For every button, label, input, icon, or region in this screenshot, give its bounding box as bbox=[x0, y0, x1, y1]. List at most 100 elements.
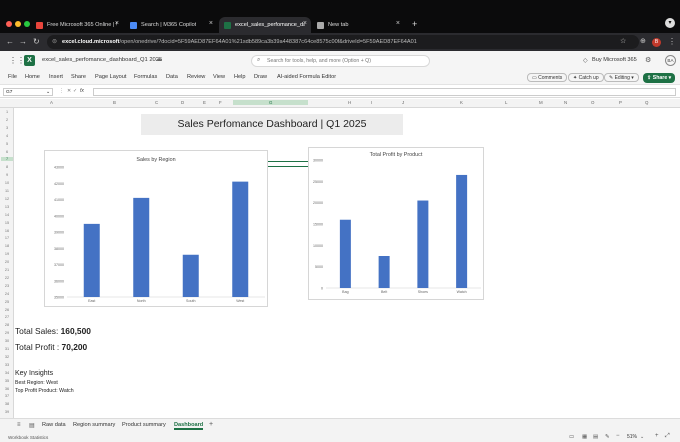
row-header-8[interactable]: 8 bbox=[1, 165, 13, 169]
row-header-37[interactable]: 37 bbox=[1, 394, 13, 398]
maximize-window-dot[interactable] bbox=[24, 21, 30, 27]
row-header-29[interactable]: 29 bbox=[1, 331, 13, 335]
column-header-L[interactable]: L bbox=[505, 100, 507, 105]
column-header-C[interactable]: C bbox=[155, 100, 158, 105]
row-header-27[interactable]: 27 bbox=[1, 315, 13, 319]
sheet-tab-dashboard[interactable]: Dashboard bbox=[174, 422, 204, 430]
add-sheet-button[interactable]: + bbox=[209, 421, 213, 428]
row-header-38[interactable]: 38 bbox=[1, 402, 13, 406]
bar-south[interactable] bbox=[182, 254, 199, 297]
row-header-13[interactable]: 13 bbox=[1, 205, 13, 209]
column-header-Q[interactable]: Q bbox=[645, 100, 648, 105]
workbook-statistics[interactable]: Workbook Statistics bbox=[8, 435, 48, 440]
browser-tab[interactable]: New tab × bbox=[312, 17, 404, 33]
site-info-icon[interactable]: ⊜ bbox=[52, 38, 57, 45]
row-header-22[interactable]: 22 bbox=[1, 276, 13, 280]
column-header-H[interactable]: H bbox=[348, 100, 351, 105]
row-header-32[interactable]: 32 bbox=[1, 355, 13, 359]
row-header-3[interactable]: 3 bbox=[1, 126, 13, 130]
file-name[interactable]: excel_sales_perfomance_dashboard_Q1 2025 bbox=[42, 57, 162, 63]
row-header-36[interactable]: 36 bbox=[1, 387, 13, 391]
bar-watch[interactable] bbox=[456, 174, 468, 288]
menu-home[interactable]: Home bbox=[25, 74, 40, 80]
share-button[interactable]: ⇪ Share ▾ bbox=[643, 73, 676, 83]
reload-icon[interactable]: ↻ bbox=[33, 37, 40, 46]
menu-view[interactable]: View bbox=[213, 74, 225, 80]
bookmark-star-icon[interactable]: ☆ bbox=[620, 37, 626, 46]
browser-menu-icon[interactable]: ⋮ bbox=[668, 37, 676, 46]
dashboard-title-box[interactable]: Sales Perfomance Dashboard | Q1 2025 bbox=[141, 114, 403, 135]
row-header-26[interactable]: 26 bbox=[1, 308, 13, 312]
column-header-K[interactable]: K bbox=[460, 100, 463, 105]
confirm-icon[interactable]: ✓ bbox=[73, 88, 77, 94]
settings-gear-icon[interactable]: ⚙ bbox=[645, 56, 651, 64]
extensions-icon[interactable]: ⊕ bbox=[640, 37, 646, 46]
menu-help[interactable]: Help bbox=[234, 74, 246, 80]
zoom-chevron-icon[interactable]: ⌄ bbox=[640, 434, 644, 440]
buy-microsoft-365-link[interactable]: Buy Microsoft 365 bbox=[592, 57, 637, 63]
menu-review[interactable]: Review bbox=[187, 74, 205, 80]
row-header-31[interactable]: 31 bbox=[1, 347, 13, 351]
sheet-tab-region-summary[interactable]: Region summary bbox=[73, 422, 115, 428]
back-icon[interactable]: ← bbox=[6, 37, 14, 46]
row-header-1[interactable]: 1 bbox=[1, 110, 13, 114]
row-header-18[interactable]: 18 bbox=[1, 244, 13, 248]
menu-formulas[interactable]: Formulas bbox=[134, 74, 157, 80]
row-header-10[interactable]: 10 bbox=[1, 181, 13, 185]
fx-icon[interactable]: fx bbox=[80, 88, 84, 94]
column-header-D[interactable]: D bbox=[181, 100, 184, 105]
minimize-window-dot[interactable] bbox=[15, 21, 21, 27]
close-tab-icon[interactable]: × bbox=[115, 20, 119, 27]
total-profit-by-product-chart[interactable]: Total Profit by Product 0 5000 10000 15000 2… bbox=[308, 147, 484, 300]
row-header-2[interactable]: 2 bbox=[1, 118, 13, 122]
autosave-icon[interactable]: ☁ bbox=[156, 56, 162, 63]
zoom-level[interactable]: 51% bbox=[627, 434, 637, 440]
menu-file[interactable]: File bbox=[8, 74, 17, 80]
url-field[interactable]: excel.cloud.microsoft/open/onedrive/?doc… bbox=[47, 35, 639, 49]
fullscreen-icon[interactable]: ⤢ bbox=[665, 433, 670, 440]
column-header-I[interactable]: I bbox=[371, 100, 372, 105]
bar-north[interactable] bbox=[133, 197, 150, 297]
menu-share[interactable]: Share bbox=[71, 74, 86, 80]
row-header-9[interactable]: 9 bbox=[1, 173, 13, 177]
sheet-list-icon[interactable]: ▤ bbox=[29, 422, 35, 429]
row-header-7[interactable]: 7 bbox=[1, 157, 13, 162]
column-header-B[interactable]: B bbox=[113, 100, 116, 105]
all-sheets-icon[interactable]: ≡ bbox=[17, 422, 21, 428]
zoom-in-button[interactable]: + bbox=[655, 433, 659, 439]
row-header-21[interactable]: 21 bbox=[1, 268, 13, 272]
column-header-A[interactable]: A bbox=[50, 100, 53, 105]
feedback-icon[interactable]: ✎ bbox=[605, 434, 610, 440]
excel-logo-icon[interactable]: X bbox=[24, 55, 35, 66]
row-header-23[interactable]: 23 bbox=[1, 284, 13, 288]
search-box[interactable]: ⌕ Search for tools, help, and more (Opti… bbox=[251, 55, 430, 67]
menu-draw[interactable]: Draw bbox=[254, 74, 267, 80]
row-header-16[interactable]: 16 bbox=[1, 229, 13, 233]
bar-west[interactable] bbox=[232, 181, 249, 297]
column-header-O[interactable]: O bbox=[591, 100, 594, 105]
row-header-12[interactable]: 12 bbox=[1, 197, 13, 201]
close-tab-icon[interactable]: × bbox=[396, 20, 400, 27]
menu-page-layout[interactable]: Page Layout bbox=[95, 74, 126, 80]
bar-east[interactable] bbox=[83, 223, 100, 297]
row-header-25[interactable]: 25 bbox=[1, 300, 13, 304]
close-tab-icon[interactable]: × bbox=[209, 20, 213, 27]
browser-tab[interactable]: Search | M365 Copilot × bbox=[125, 17, 217, 33]
column-header-G[interactable]: G bbox=[233, 100, 309, 105]
row-header-11[interactable]: 11 bbox=[1, 189, 13, 193]
app-launcher-icon[interactable]: ⋮⋮ bbox=[9, 56, 25, 65]
sheet-grid[interactable]: Sales Perfomance Dashboard | Q1 2025 Sal… bbox=[14, 108, 680, 418]
tab-search-icon[interactable]: ▾ bbox=[665, 18, 675, 28]
more-icon[interactable]: ⋮ bbox=[59, 88, 64, 94]
bar-bag[interactable] bbox=[339, 219, 351, 288]
bar-belt[interactable] bbox=[378, 256, 390, 288]
row-header-39[interactable]: 39 bbox=[1, 410, 13, 414]
sheet-tab-raw-data[interactable]: Raw data bbox=[42, 422, 66, 428]
editing-mode-button[interactable]: ✎ Editing ▾ bbox=[604, 73, 639, 82]
catch-up-button[interactable]: ✦ Catch up bbox=[568, 73, 604, 82]
zoom-out-button[interactable]: − bbox=[616, 433, 620, 439]
new-tab-button[interactable]: + bbox=[412, 19, 417, 29]
row-header-17[interactable]: 17 bbox=[1, 236, 13, 240]
browser-tab[interactable]: Free Microsoft 365 Online | W × bbox=[31, 17, 123, 33]
profile-avatar[interactable]: B bbox=[652, 38, 661, 47]
